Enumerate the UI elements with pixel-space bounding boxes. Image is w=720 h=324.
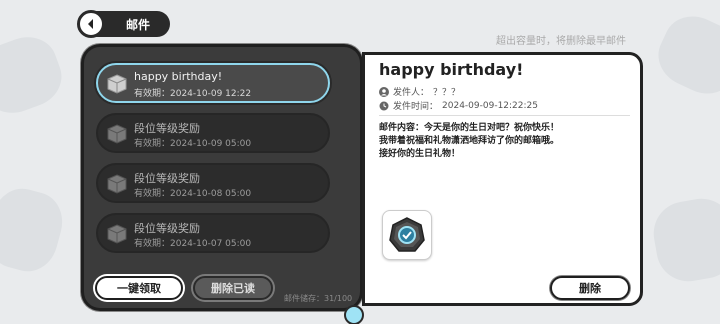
send-time-label: 发件时间： [393, 102, 439, 112]
user-icon [379, 86, 389, 97]
sender-label: 发件人： [393, 88, 430, 98]
back-button[interactable] [77, 10, 105, 38]
divider [379, 115, 630, 116]
mail-list-item[interactable]: 段位等级奖励 有效期：2024-10-08 05:00 [96, 163, 330, 203]
gift-item-icon [389, 217, 425, 252]
send-time-value: 2024-09-09-12:22:25 [442, 100, 538, 111]
mail-title: 段位等级奖励 [134, 172, 200, 185]
mail-content-line: 接好你的生日礼物！ [379, 149, 461, 159]
delete-read-button[interactable]: 删除已读 [193, 276, 273, 300]
mail-detail-title: happy birthday! [379, 60, 524, 79]
package-icon [107, 124, 127, 144]
background-decoration [0, 28, 70, 122]
package-icon [107, 74, 127, 94]
mail-expiry: 有效期：2024-10-08 05:00 [134, 189, 252, 199]
mail-expiry: 有效期：2024-10-09 05:00 [134, 139, 252, 149]
sender-row: 发件人： ？？？ [379, 85, 460, 98]
clock-icon [379, 101, 389, 110]
mail-expiry: 有效期：2024-10-07 05:00 [134, 239, 252, 249]
background-decoration [648, 193, 720, 287]
package-icon [107, 174, 127, 194]
gift-item-slot[interactable] [382, 210, 432, 260]
capacity-notice: 超出容量时，将删除最早邮件 [496, 36, 626, 47]
back-arrow-icon [88, 19, 93, 29]
send-time-row: 发件时间： 2024-09-09-12:22:25 [379, 99, 538, 112]
mail-content-line: 邮件内容：今天是你的生日对吧？祝你快乐！ [379, 123, 560, 133]
page-title: 邮件 [126, 18, 151, 32]
mail-title: 段位等级奖励 [134, 122, 200, 135]
mail-detail-panel: happy birthday! 发件人： ？？？ 发件时间： 2024-09-0… [362, 52, 643, 306]
sender-value: ？？？ [433, 88, 461, 98]
delete-button[interactable]: 删除 [550, 276, 630, 300]
mail-list-item[interactable]: happy birthday! 有效期：2024-10-09 12:22 [96, 63, 330, 103]
background-decoration [648, 6, 720, 104]
package-icon [107, 224, 127, 244]
mail-title: 段位等级奖励 [134, 222, 200, 235]
claim-all-button[interactable]: 一键领取 [95, 276, 183, 300]
mail-expiry: 有效期：2024-10-09 12:22 [134, 89, 252, 99]
mail-list-item[interactable]: 段位等级奖励 有效期：2024-10-09 05:00 [96, 113, 330, 153]
decorative-orb [344, 305, 364, 324]
mail-title: happy birthday! [134, 70, 223, 83]
mail-list-item[interactable]: 段位等级奖励 有效期：2024-10-07 05:00 [96, 213, 330, 253]
background-decoration [0, 182, 70, 278]
mail-list-panel: happy birthday! 有效期：2024-10-09 12:22 段位等… [84, 47, 360, 308]
mail-content-line: 我带着祝福和礼物潇洒地拜访了你的邮箱哦。 [379, 136, 560, 146]
mail-content: 邮件内容：今天是你的生日对吧？祝你快乐！ 我带着祝福和礼物潇洒地拜访了你的邮箱哦… [379, 122, 559, 161]
mail-storage-count: 邮件储存：31/100 [284, 294, 353, 303]
page-header: 邮件 [77, 10, 170, 38]
